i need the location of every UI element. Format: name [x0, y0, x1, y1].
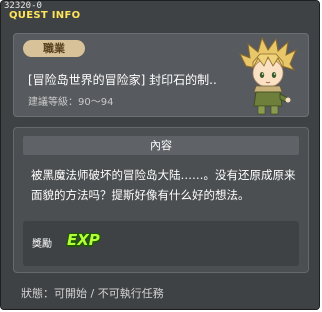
window-title: QUEST INFO: [9, 10, 81, 21]
quest-description: 被黑魔法师破坏的冒险岛大陆……。没有还原成原来面貌的方法吗？提斯好像有什么好的想…: [31, 168, 296, 202]
reward-box: 獎勵 EXP: [23, 221, 299, 266]
content-section-title: 內容: [23, 136, 299, 155]
npc-avatar-icon: [238, 36, 297, 115]
reward-label: 獎勵: [32, 239, 52, 250]
quest-content-panel: 內容 被黑魔法师破坏的冒险岛大陆……。没有还原成原来面貌的方法吗？提斯好像有什么…: [13, 127, 309, 273]
quest-summary-panel: 職業 [冒险岛世界的冒险家] 封印石的制.. 建議等級：90～94: [13, 33, 309, 117]
quest-info-window: 32320-0 QUEST INFO 職業 [冒险岛世界的冒险家] 封印石的制.…: [0, 0, 320, 310]
recommended-level: 建議等級：90～94: [28, 97, 114, 108]
quest-status: 狀態：可開始 / 不可執行任務: [21, 287, 164, 300]
quest-name: [冒险岛世界的冒险家] 封印石的制..: [28, 73, 217, 87]
category-badge: 職業: [23, 40, 85, 57]
exp-icon: EXP: [67, 231, 100, 249]
